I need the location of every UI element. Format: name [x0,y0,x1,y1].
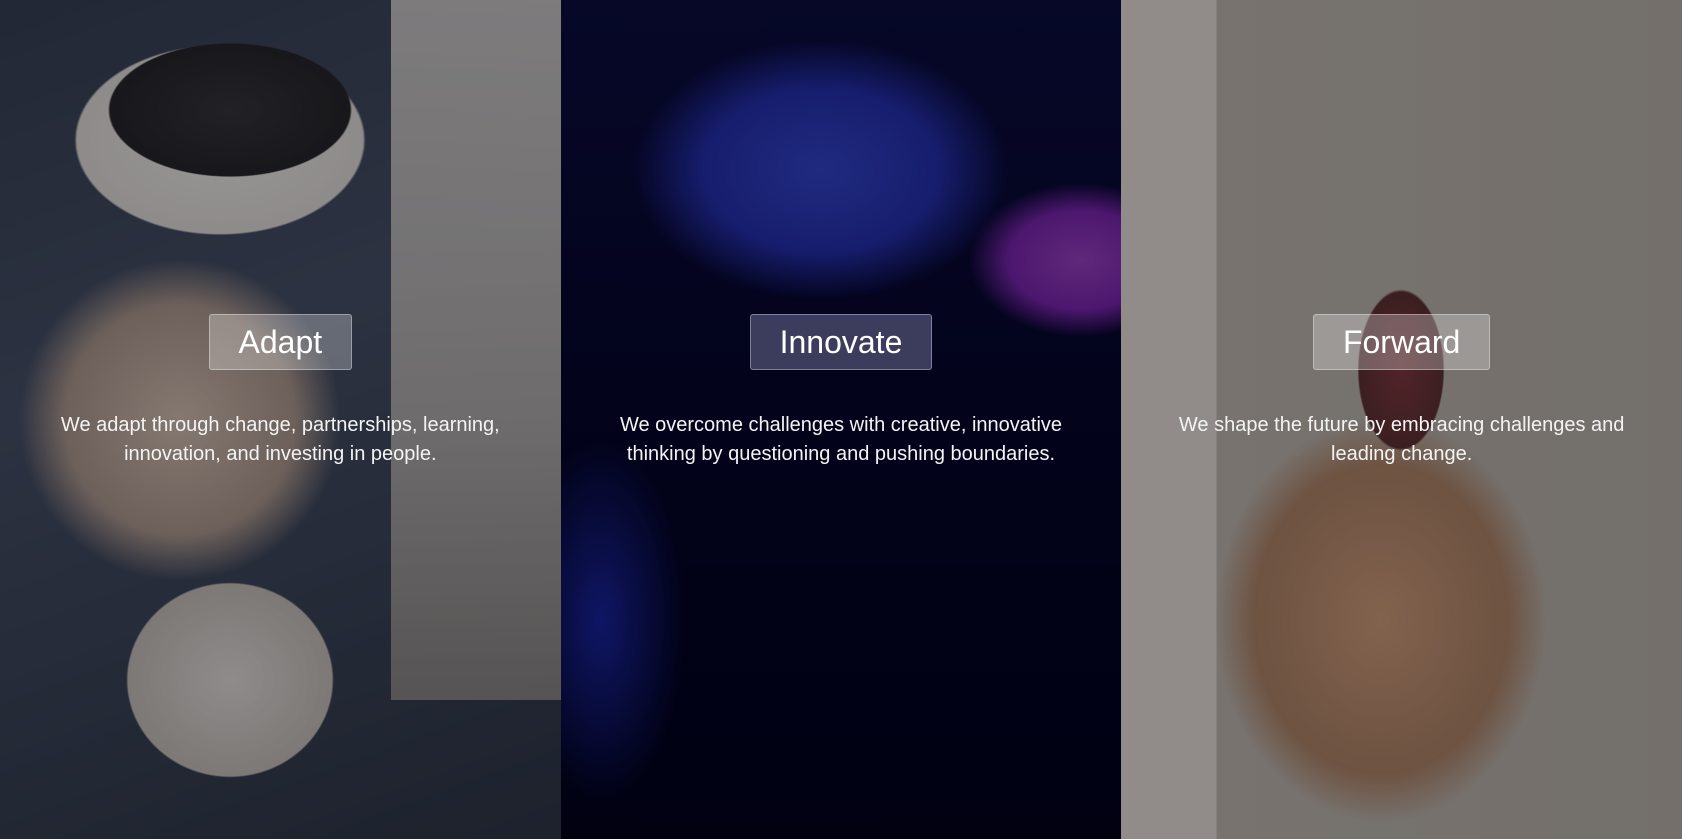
adapt-description: We adapt through change, partnerships, l… [60,414,500,465]
panel-content: Adapt We adapt through change, partnersh… [0,314,561,489]
forward-description: We shape the future by embracing challen… [1178,414,1625,465]
innovate-title-chip[interactable]: Innovate [749,314,933,370]
panel-adapt: Adapt We adapt through change, partnersh… [0,0,561,839]
forward-title-chip[interactable]: Forward [1312,314,1491,370]
innovate-description: We overcome challenges with creative, in… [619,414,1063,465]
values-panels: Adapt We adapt through change, partnersh… [0,0,1682,839]
panel-content: Innovate We overcome challenges with cre… [561,314,1122,489]
panel-content: Forward We shape the future by embracing… [1121,314,1682,489]
adapt-title-chip[interactable]: Adapt [208,314,353,370]
panel-innovate: Innovate We overcome challenges with cre… [560,0,1122,839]
panel-forward: Forward We shape the future by embracing… [1121,0,1682,839]
